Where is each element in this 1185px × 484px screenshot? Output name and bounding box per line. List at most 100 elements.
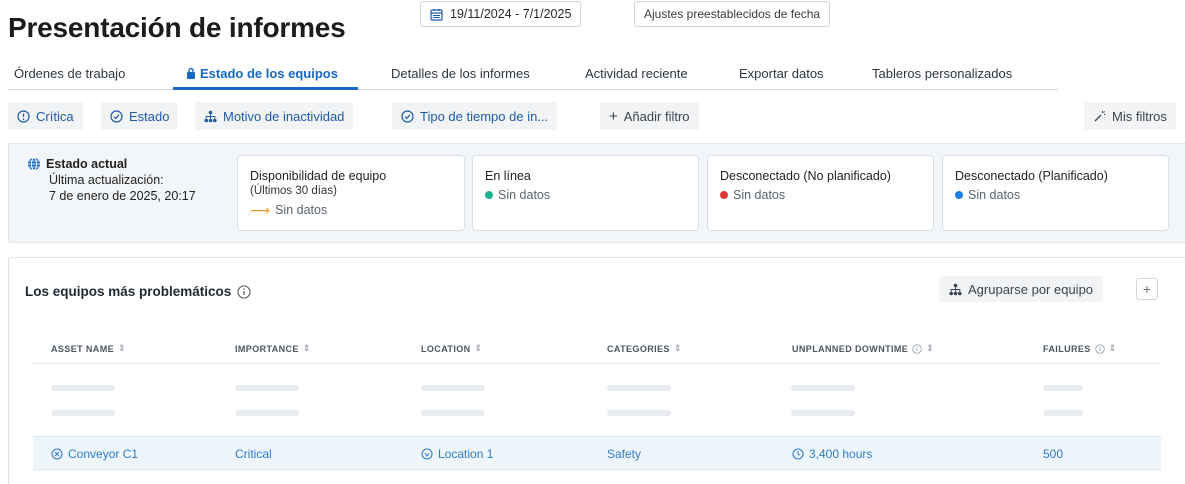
- skeleton-bar: [51, 385, 115, 391]
- info-icon[interactable]: [1094, 343, 1105, 354]
- asset-icon: [51, 448, 63, 460]
- asset-name-cell[interactable]: Conveyor C1: [51, 447, 138, 461]
- location-pin-icon: [421, 448, 433, 460]
- active-tab-indicator: [173, 87, 358, 90]
- tab-report-details[interactable]: Detalles de los informes: [391, 66, 530, 81]
- alert-circle-icon: [17, 109, 30, 123]
- tab-work-orders[interactable]: Órdenes de trabajo: [14, 66, 125, 81]
- online-status-dot: [485, 191, 493, 199]
- skeleton-bar: [1043, 385, 1083, 391]
- location-name: Location 1: [438, 447, 494, 461]
- last-updated-label: Última actualización:: [49, 173, 164, 187]
- check-circle-icon: [110, 109, 123, 123]
- offline-planned-card: Desconectado (Planificado) Sin datos: [942, 155, 1169, 231]
- check-circle-icon: [401, 109, 414, 123]
- offline-unplanned-value: Sin datos: [733, 188, 786, 202]
- skeleton-bar: [235, 410, 299, 416]
- sort-icon: ⇕: [118, 343, 126, 353]
- category-cell: Safety: [607, 447, 642, 461]
- date-range-value: 19/11/2024 - 7/1/2025: [450, 7, 572, 21]
- magic-wand-icon: [1094, 110, 1106, 121]
- sort-icon: ⇕: [673, 343, 682, 353]
- sort-icon: ⇕: [926, 343, 935, 353]
- tab-custom-dashboards[interactable]: Tableros personalizados: [872, 66, 1012, 81]
- availability-card: Disponibilidad de equipo (Últimos 30 día…: [237, 155, 465, 231]
- page-header: Presentación de informes: [8, 10, 346, 46]
- column-importance[interactable]: IMPORTANCE ⇕: [235, 343, 311, 354]
- filter-downtime-reason[interactable]: Motivo de inactividad: [195, 102, 354, 130]
- group-by-asset-label: Agruparse por equipo: [968, 281, 1094, 297]
- column-asset-name[interactable]: ASSET NAME ⇕: [51, 343, 126, 354]
- problem-assets-title-row: Los equipos más problemáticos: [25, 284, 251, 299]
- add-filter-label: Añadir filtro: [623, 108, 690, 124]
- tab-export-data[interactable]: Exportar datos: [739, 66, 824, 81]
- my-filters-button[interactable]: Mis filtros: [1084, 102, 1176, 130]
- tab-asset-status[interactable]: Estado de los equipos: [186, 66, 338, 81]
- skeleton-bar: [607, 385, 671, 391]
- info-icon[interactable]: [912, 343, 922, 354]
- date-presets-button[interactable]: Ajustes preestablecidos de fecha: [634, 1, 831, 27]
- skeleton-bar: [421, 385, 485, 391]
- column-unplanned-downtime[interactable]: UNPLANNED DOWNTIME ⇕: [792, 343, 934, 354]
- column-location[interactable]: LOCATION ⇕: [421, 343, 482, 354]
- table-row[interactable]: Conveyor C1 Critical Location 1 Safety 3…: [33, 436, 1161, 470]
- offline-unplanned-value-row: Sin datos: [720, 188, 921, 202]
- offline-planned-status-dot: [955, 191, 963, 199]
- status-title: Estado actual: [46, 157, 128, 171]
- skeleton-bar: [51, 410, 115, 416]
- online-label: En línea: [485, 169, 531, 183]
- info-icon[interactable]: [237, 284, 251, 299]
- report-tabs: Órdenes de trabajo Estado de los equipos…: [8, 60, 1058, 90]
- filter-status[interactable]: Estado: [101, 102, 179, 130]
- column-asset-name-label: ASSET NAME: [51, 343, 115, 354]
- availability-label: Disponibilidad de equipo: [250, 169, 387, 183]
- column-failures[interactable]: FAILURES ⇕: [1043, 343, 1117, 354]
- skeleton-bar: [791, 410, 855, 416]
- add-filter-button[interactable]: + Añadir filtro: [600, 102, 699, 130]
- globe-icon: [28, 157, 40, 171]
- column-importance-label: IMPORTANCE: [235, 343, 299, 354]
- skeleton-bar: [1043, 410, 1083, 416]
- filter-bar: Crítica Estado Motivo de inactividad Tip…: [0, 102, 1185, 130]
- hierarchy-icon: [949, 283, 962, 295]
- column-location-label: LOCATION: [421, 343, 471, 354]
- plus-icon: +: [609, 107, 618, 125]
- problem-assets-title: Los equipos más problemáticos: [25, 284, 232, 299]
- hierarchy-icon: [204, 110, 217, 122]
- filter-downtime-type[interactable]: Tipo de tiempo de in...: [392, 102, 558, 130]
- filter-critical[interactable]: Crítica: [8, 102, 83, 130]
- lock-icon: [187, 67, 195, 79]
- tab-asset-status-label: Estado de los equipos: [200, 66, 338, 81]
- offline-planned-value-row: Sin datos: [955, 188, 1156, 202]
- skeleton-bar: [607, 410, 671, 416]
- offline-unplanned-card: Desconectado (No planificado) Sin datos: [707, 155, 934, 231]
- offline-planned-value: Sin datos: [968, 188, 1021, 202]
- column-unplanned-downtime-label: UNPLANNED DOWNTIME: [792, 343, 909, 354]
- importance-cell: Critical: [235, 447, 272, 461]
- offline-unplanned-label: Desconectado (No planificado): [720, 169, 891, 183]
- page-title: Presentación de informes: [8, 12, 346, 43]
- date-range-picker[interactable]: 19/11/2024 - 7/1/2025: [420, 1, 582, 27]
- online-value: Sin datos: [498, 188, 551, 202]
- online-value-row: Sin datos: [485, 188, 686, 202]
- arrow-right-icon: ⟶: [250, 202, 271, 218]
- location-cell[interactable]: Location 1: [421, 447, 493, 461]
- filter-downtime-reason-label: Motivo de inactividad: [223, 108, 345, 124]
- availability-period: (Últimos 30 días): [250, 185, 337, 197]
- downtime-value: 3,400 hours: [809, 447, 873, 461]
- last-updated-value: 7 de enero de 2025, 20:17: [49, 189, 196, 203]
- my-filters-label: Mis filtros: [1112, 108, 1167, 124]
- filter-downtime-type-label: Tipo de tiempo de in...: [420, 108, 549, 124]
- add-column-button[interactable]: +: [1136, 278, 1158, 300]
- filter-status-label: Estado: [129, 108, 170, 124]
- tab-recent-activity[interactable]: Actividad reciente: [585, 66, 688, 81]
- skeleton-bar: [421, 410, 485, 416]
- group-by-asset-button[interactable]: Agruparse por equipo: [939, 276, 1104, 302]
- calendar-icon: [430, 8, 443, 21]
- column-categories[interactable]: CATEGORIES ⇕: [607, 343, 682, 354]
- online-card: En línea Sin datos: [472, 155, 699, 231]
- offline-unplanned-status-dot: [720, 191, 728, 199]
- clock-icon: [792, 448, 804, 460]
- asset-name: Conveyor C1: [68, 447, 139, 461]
- sort-icon: ⇕: [302, 343, 311, 353]
